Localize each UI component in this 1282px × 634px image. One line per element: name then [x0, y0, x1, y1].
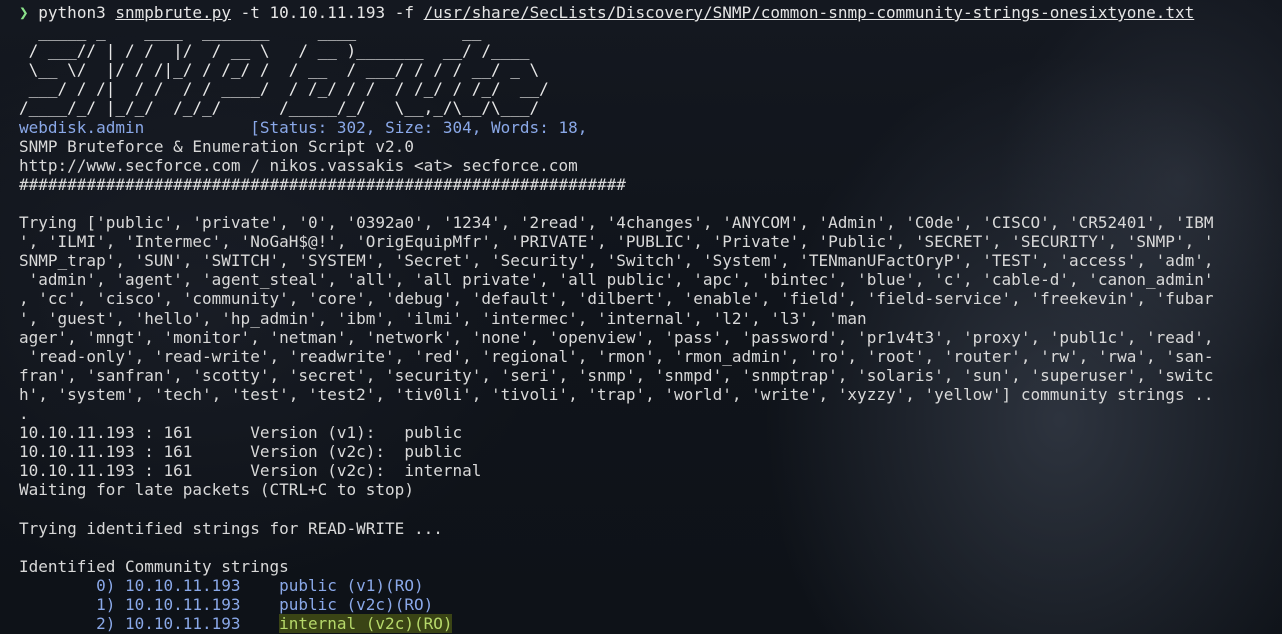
trying-line: 'admin', 'agent', 'agent_steal', 'all', …: [19, 270, 1214, 290]
result-line: 10.10.11.193 : 161 Version (v1): public: [19, 423, 463, 443]
ascii-banner-line: / ___// | / / |/ / __ \ / __ )_______ __…: [19, 41, 530, 61]
trying-line: h', 'system', 'tech', 'test', 'test2', '…: [19, 384, 1214, 404]
ascii-banner-line: /____/_/ |_/_/ /_/_/ /_____/_/ \__,_/\__…: [19, 98, 540, 118]
identified-value: public (v1)(RO): [279, 575, 424, 595]
trying-readwrite-line: Trying identified strings for READ-WRITE…: [19, 518, 443, 538]
script-path[interactable]: snmpbrute.py: [115, 3, 231, 22]
identified-index: 2) 10.10.11.193: [19, 614, 241, 633]
wordlist-path[interactable]: /usr/share/SecLists/Discovery/SNMP/commo…: [424, 3, 1195, 22]
trying-line: ', 'ILMI', 'Intermec', 'NoGaH$@!', 'Orig…: [19, 232, 1214, 252]
trying-line: ager', 'mngt', 'monitor', 'netman', 'net…: [19, 327, 1214, 347]
trying-line: ', 'guest', 'hello', 'hp_admin', 'ibm', …: [19, 308, 867, 328]
ascii-banner-line: \__ \/ |/ / /|_/ / /_/ / / __ / ___/ / /…: [19, 60, 540, 80]
script-title: SNMP Bruteforce & Enumeration Script v2.…: [19, 136, 414, 156]
result-line: 10.10.11.193 : 161 Version (v2c): intern…: [19, 461, 482, 481]
command-args: -t 10.10.11.193 -f: [230, 3, 424, 22]
trying-line: 'read-only', 'read-write', 'readwrite', …: [19, 346, 1214, 366]
separator-line: ########################################…: [19, 174, 626, 194]
identified-value-highlighted: internal (v2c)(RO): [279, 614, 453, 633]
trying-line: fran', 'sanfran', 'scotty', 'secret', 's…: [19, 365, 1214, 385]
identified-value: public (v2c)(RO): [279, 594, 434, 614]
ascii-banner-line: _____ _ ____ _______ ____ __: [19, 22, 482, 42]
identified-index: 0) 10.10.11.193: [19, 575, 241, 595]
identified-index: 1) 10.10.11.193: [19, 594, 241, 614]
prompt-arrow-icon: ❯: [19, 3, 29, 22]
trying-line: .: [19, 403, 29, 423]
script-author: http://www.secforce.com / nikos.vassakis…: [19, 155, 578, 175]
trying-line: , 'cc', 'cisco', 'community', 'core', 'd…: [19, 289, 1214, 309]
webdisk-name: webdisk.admin: [19, 117, 145, 137]
webdisk-status: [Status: 302, Size: 304, Words: 18,: [250, 117, 588, 137]
waiting-line: Waiting for late packets (CTRL+C to stop…: [19, 480, 414, 500]
ascii-banner-line: ___/ / /| / / / / ____/ / /_/ / / / /_/ …: [19, 79, 549, 99]
identified-item: 0) 10.10.11.193 public (v1)(RO): [19, 576, 1269, 595]
identified-title: Identified Community strings: [19, 556, 289, 576]
trying-line: SNMP_trap', 'SUN', 'SWITCH', 'SYSTEM', '…: [19, 251, 1214, 271]
webdisk-line: webdisk.admin [Status: 302, Size: 304, W…: [19, 118, 1269, 137]
identified-item: 2) 10.10.11.193 internal (v2c)(RO): [19, 614, 1269, 633]
result-line: 10.10.11.193 : 161 Version (v2c): public: [19, 442, 463, 462]
command-name: python3: [38, 3, 106, 22]
terminal-output: ❯ python3 snmpbrute.py -t 10.10.11.193 -…: [19, 3, 1269, 633]
trying-line: Trying ['public', 'private', '0', '0392a…: [19, 213, 1214, 233]
command-line[interactable]: ❯ python3 snmpbrute.py -t 10.10.11.193 -…: [19, 3, 1269, 22]
identified-item: 1) 10.10.11.193 public (v2c)(RO): [19, 595, 1269, 614]
